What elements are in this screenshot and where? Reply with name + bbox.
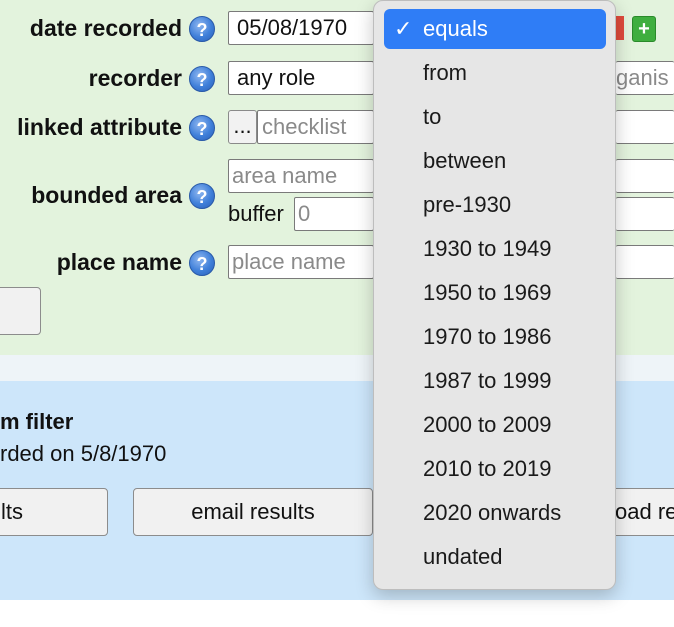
help-icon[interactable]: ?: [189, 250, 215, 276]
search-button[interactable]: [0, 287, 41, 335]
dropdown-option[interactable]: 2010 to 2019: [384, 449, 606, 489]
buffer-field[interactable]: 0: [294, 197, 374, 231]
checkmark-icon: ✓: [394, 16, 413, 41]
place-name-label: place name: [56, 249, 182, 275]
date-recorded-label: date recorded: [29, 15, 182, 41]
help-icon[interactable]: ?: [189, 16, 215, 42]
filter-title: m filter: [0, 409, 74, 434]
date-recorded-field[interactable]: 05/08/1970: [228, 11, 374, 45]
dropdown-option-label: equals: [423, 16, 488, 41]
dropdown-option[interactable]: 2000 to 2009: [384, 405, 606, 445]
dropdown-option[interactable]: pre-1930: [384, 185, 606, 225]
help-icon[interactable]: ?: [189, 115, 215, 141]
buffer-label: buffer: [228, 201, 284, 226]
dropdown-option[interactable]: 1970 to 1986: [384, 317, 606, 357]
dropdown-option[interactable]: between: [384, 141, 606, 181]
area-name-extension[interactable]: [616, 159, 674, 193]
page-bottom: [0, 600, 674, 627]
attribute-picker-button[interactable]: ...: [228, 110, 257, 144]
place-name-placeholder: place name: [232, 249, 346, 274]
dropdown-option[interactable]: 2020 onwards: [384, 493, 606, 533]
recorder-organisation-text: ganis: [616, 65, 669, 90]
dropdown-option[interactable]: undated: [384, 537, 606, 577]
dropdown-option[interactable]: to: [384, 97, 606, 137]
date-type-dropdown[interactable]: ✓ equals from to between pre-1930 1930 t…: [373, 0, 616, 590]
place-name-extension[interactable]: [616, 245, 674, 279]
buffer-extension[interactable]: [616, 197, 674, 231]
area-name-placeholder: area name: [232, 163, 338, 188]
recorder-label: recorder: [88, 65, 182, 91]
dropdown-option[interactable]: 1930 to 1949: [384, 229, 606, 269]
results-button[interactable]: lts: [0, 488, 108, 536]
dropdown-option[interactable]: 1987 to 1999: [384, 361, 606, 401]
help-icon[interactable]: ?: [189, 183, 215, 209]
area-name-field[interactable]: area name: [228, 159, 374, 193]
checklist-placeholder: checklist: [262, 114, 347, 139]
dropdown-option[interactable]: 1950 to 1969: [384, 273, 606, 313]
add-icon[interactable]: +: [632, 16, 656, 42]
checklist-extension[interactable]: [616, 110, 674, 144]
bounded-area-label: bounded area: [31, 182, 182, 208]
help-icon[interactable]: ?: [189, 66, 215, 92]
recorder-role-select[interactable]: any role: [228, 61, 374, 95]
checklist-field[interactable]: checklist: [257, 110, 374, 144]
place-name-field[interactable]: place name: [228, 245, 374, 279]
recorder-organisation-field[interactable]: ganis: [616, 61, 674, 95]
dropdown-option[interactable]: from: [384, 53, 606, 93]
dropdown-option[interactable]: ✓ equals: [384, 9, 606, 49]
email-results-button[interactable]: email results: [133, 488, 373, 536]
filter-description: rded on 5/8/1970: [0, 441, 167, 466]
linked-attribute-label: linked attribute: [17, 114, 182, 140]
buffer-value: 0: [298, 201, 311, 226]
